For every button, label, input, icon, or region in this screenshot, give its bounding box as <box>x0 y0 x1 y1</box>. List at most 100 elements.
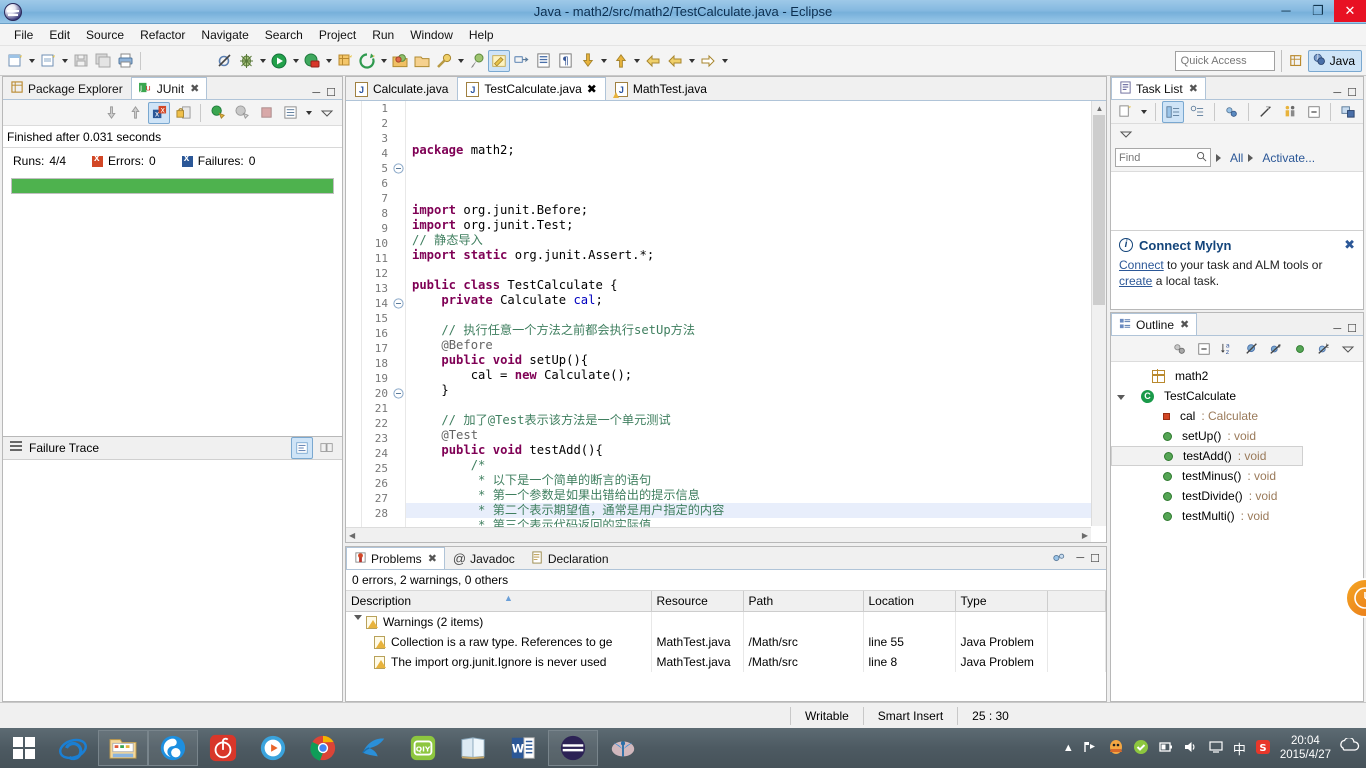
maximize-view-icon[interactable]: ☐ <box>326 86 336 99</box>
security-icon[interactable] <box>1133 739 1149 758</box>
save-icon[interactable] <box>70 50 92 72</box>
external-tools-caret-icon[interactable] <box>378 50 389 72</box>
new-java-project-icon[interactable] <box>37 50 59 72</box>
menu-item-project[interactable]: Project <box>311 26 364 44</box>
collapse-all-icon[interactable] <box>1303 101 1325 123</box>
outline-item-testadd[interactable]: testAdd() : void <box>1111 446 1303 466</box>
column-resource[interactable]: Resource <box>651 591 744 612</box>
menu-item-window[interactable]: Window <box>402 26 461 44</box>
tab-junit[interactable]: Ju JUnit ✖ <box>130 77 208 99</box>
outline-item-testcalculate[interactable]: C TestCalculate <box>1111 386 1363 406</box>
ime-chinese-icon[interactable]: 中 <box>1233 739 1246 758</box>
media-player-icon[interactable] <box>248 730 298 766</box>
view-menu-icon[interactable] <box>316 102 338 124</box>
close-button[interactable]: ✕ <box>1334 0 1366 22</box>
code-line[interactable] <box>406 173 1106 188</box>
chrome-icon[interactable] <box>298 730 348 766</box>
outline-view-menu-icon[interactable] <box>1337 338 1359 360</box>
menu-item-refactor[interactable]: Refactor <box>132 26 193 44</box>
code-line[interactable]: import static org.junit.Assert.*; <box>406 248 1106 263</box>
scroll-right-arrow-icon[interactable]: ▶ <box>1082 531 1088 540</box>
external-tools-icon[interactable] <box>356 50 378 72</box>
code-line[interactable]: * 第二个表示期望值，通常是用户指定的内容 <box>406 503 1106 518</box>
open-type-icon[interactable] <box>389 50 411 72</box>
group-expander-icon[interactable] <box>354 614 362 624</box>
editor-horizontal-scrollbar[interactable]: ◀ ▶ <box>346 527 1091 542</box>
menu-item-run[interactable]: Run <box>364 26 402 44</box>
compare-result-icon[interactable] <box>316 437 338 459</box>
print-icon[interactable] <box>114 50 136 72</box>
windows-start-icon[interactable] <box>0 728 48 768</box>
tab-junit-close-icon[interactable]: ✖ <box>190 82 199 95</box>
forward-caret-icon[interactable] <box>719 50 730 72</box>
maximize-problems-icon[interactable]: ☐ <box>1090 552 1100 565</box>
tab-declaration[interactable]: Declaration <box>523 547 617 569</box>
skip-breakpoints-icon[interactable] <box>213 50 235 72</box>
netease-music-icon[interactable] <box>198 730 248 766</box>
editor-scroll-thumb[interactable] <box>1093 115 1105 305</box>
back-caret-icon[interactable] <box>686 50 697 72</box>
word-icon[interactable]: W <box>498 730 548 766</box>
link-icon[interactable] <box>510 50 532 72</box>
tab-task-list-close-icon[interactable]: ✖ <box>1189 82 1198 95</box>
column-path[interactable]: Path <box>743 591 864 612</box>
outline-item-testmulti[interactable]: testMulti() : void <box>1111 506 1363 526</box>
code-line[interactable]: @Test <box>406 428 1106 443</box>
iqiyi-icon[interactable]: QIY <box>398 730 448 766</box>
dragonfly-icon[interactable] <box>598 730 648 766</box>
notes-icon[interactable] <box>448 730 498 766</box>
editor-marker-column[interactable] <box>346 101 362 542</box>
outline-item-testdivide[interactable]: testDivide() : void <box>1111 486 1363 506</box>
editor-tab-mathtest[interactable]: J MathTest.java <box>606 77 716 100</box>
column-description[interactable]: Description ▲ <box>346 591 652 612</box>
task-list-content[interactable] <box>1111 172 1363 230</box>
code-line[interactable] <box>406 308 1106 323</box>
forward-icon[interactable] <box>697 50 719 72</box>
code-line[interactable]: * 第一个参数是如果出错给出的提示信息 <box>406 488 1106 503</box>
categorized-presentation-icon[interactable] <box>1162 100 1185 123</box>
menu-item-search[interactable]: Search <box>257 26 311 44</box>
menu-item-edit[interactable]: Edit <box>41 26 78 44</box>
tab-task-list[interactable]: Task List ✖ <box>1111 77 1206 99</box>
code-line[interactable]: // 静态导入 <box>406 233 1106 248</box>
hide-local-types-icon[interactable]: L <box>1313 338 1335 360</box>
menu-item-help[interactable]: Help <box>461 26 502 44</box>
previous-annotation-icon[interactable] <box>609 50 631 72</box>
new-java-project-caret-icon[interactable] <box>59 50 70 72</box>
open-resource-icon[interactable] <box>411 50 433 72</box>
code-line[interactable] <box>406 158 1106 173</box>
outline-expander-icon[interactable] <box>1117 389 1129 403</box>
next-annotation-caret-icon[interactable] <box>598 50 609 72</box>
mylyn-create-link[interactable]: create <box>1119 274 1152 288</box>
minimize-task-list-icon[interactable]: ─ <box>1333 87 1341 99</box>
perspective-java-button[interactable]: J Java <box>1307 49 1362 72</box>
maximize-button[interactable]: ❐ <box>1302 0 1334 22</box>
show-ui-legend-icon[interactable] <box>1279 101 1301 123</box>
code-line[interactable]: } <box>406 383 1106 398</box>
mylyn-connect-link[interactable]: Connect <box>1119 258 1164 272</box>
taskbar-clock[interactable]: 20:04 2015/4/27 <box>1280 734 1331 762</box>
code-editor[interactable]: 1 2 3 4 5 6 7 8 9 10 11 12 13 14 15 16 17 18 19 20 21 22 23 24 2… <box>346 101 1106 542</box>
synchronize-icon[interactable] <box>1221 101 1243 123</box>
filter-all-expander-icon[interactable] <box>1216 153 1221 162</box>
rerun-test-icon[interactable] <box>207 102 229 124</box>
code-line[interactable] <box>406 263 1106 278</box>
hide-static-icon[interactable]: s <box>1265 338 1287 360</box>
debug-icon[interactable] <box>235 50 257 72</box>
editor-tab-close-icon[interactable]: ✖ <box>587 82 597 96</box>
maximize-outline-icon[interactable]: ☐ <box>1347 322 1357 335</box>
editor-tab-calculate[interactable]: J Calculate.java <box>346 77 457 100</box>
filter-activate-expander-icon[interactable] <box>1248 153 1254 162</box>
scheduled-presentation-icon[interactable] <box>1186 101 1208 123</box>
outline-item-testminus[interactable]: testMinus() : void <box>1111 466 1363 486</box>
coverage-icon[interactable] <box>301 50 323 72</box>
mylyn-close-icon[interactable]: ✖ <box>1344 237 1355 253</box>
tab-javadoc[interactable]: @ Javadoc <box>445 547 523 569</box>
editor-tab-testcalculate[interactable]: J TestCalculate.java ✖ <box>457 77 606 100</box>
outline-tree[interactable]: math2 C TestCalculate cal : Calculate setUp(… <box>1111 362 1363 526</box>
rerun-failed-icon[interactable] <box>231 102 253 124</box>
battery-icon[interactable] <box>1158 740 1174 757</box>
code-line[interactable]: private Calculate cal; <box>406 293 1106 308</box>
back-icon[interactable] <box>642 50 664 72</box>
problems-group-description[interactable]: Warnings (2 items) <box>346 611 652 632</box>
